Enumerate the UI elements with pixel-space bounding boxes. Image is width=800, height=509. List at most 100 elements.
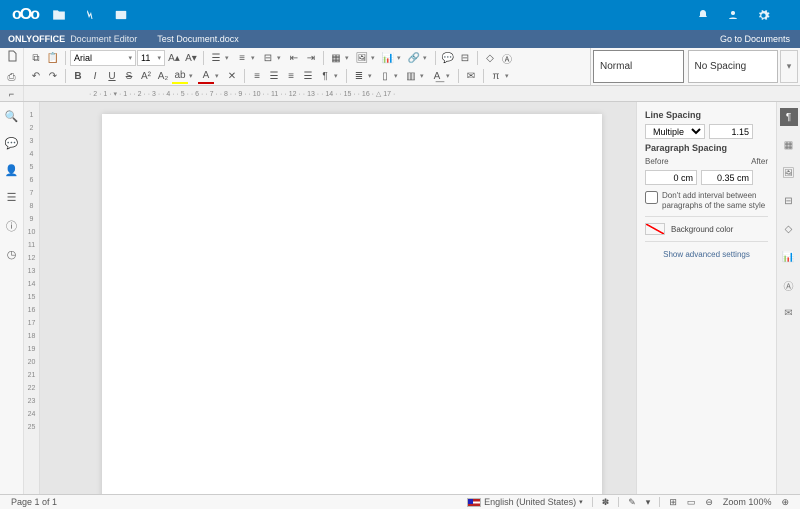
left-sidebar: 🔍 💬 👤 ☰ ⓘ ◷ (0, 102, 24, 494)
dropcap-icon[interactable]: A͟ (429, 68, 445, 84)
image-tab-icon[interactable]: 🖼 (780, 164, 798, 182)
navigation-icon[interactable]: ☰ (7, 191, 17, 204)
insert-chart-icon[interactable]: 📊 (380, 50, 396, 66)
increase-font-icon[interactable]: A▴ (166, 50, 182, 66)
increase-indent-icon[interactable]: ⇥ (303, 50, 319, 66)
underline-button[interactable]: U (104, 68, 120, 84)
spellcheck-icon[interactable]: ✽ (602, 497, 610, 508)
numbered-list-icon[interactable]: ≡ (234, 50, 250, 66)
redo-icon[interactable]: ↷ (45, 68, 61, 84)
style-expand-icon[interactable]: ▾ (780, 50, 798, 83)
notifications-icon[interactable] (697, 9, 709, 21)
advanced-settings-link[interactable]: Show advanced settings (645, 250, 768, 259)
files-icon[interactable] (52, 8, 66, 22)
align-justify-icon[interactable]: ☰ (300, 68, 316, 84)
paste-icon[interactable]: 📋 (45, 50, 61, 66)
language-selector[interactable]: English (United States)▾ (467, 497, 583, 507)
insert-image-icon[interactable]: 🖼 (354, 50, 370, 66)
style-normal[interactable]: Normal (593, 50, 684, 83)
editor-titlebar: ONLYOFFICE Document Editor Test Document… (0, 30, 800, 48)
zoom-in-icon[interactable]: ⊕ (781, 497, 789, 508)
align-right-icon[interactable]: ≡ (283, 68, 299, 84)
chart-tab-icon[interactable]: 📊 (780, 248, 798, 266)
contacts-icon[interactable] (727, 9, 739, 21)
about-icon[interactable]: ◷ (7, 248, 17, 261)
status-bar: Page 1 of 1 English (United States)▾ ✽ ✎… (0, 494, 800, 509)
line-spacing-value-input[interactable] (709, 124, 753, 139)
document-page[interactable] (102, 114, 602, 494)
chat-icon[interactable]: 👤 (5, 164, 19, 177)
fit-page-icon[interactable]: ⊞ (669, 497, 677, 508)
search-icon[interactable]: 🔍 (5, 110, 19, 123)
font-family-select[interactable]: Arial▾ (70, 50, 136, 66)
settings-icon[interactable] (757, 9, 770, 22)
line-spacing-label: Line Spacing (645, 110, 768, 120)
ruler-scale[interactable]: · 2 · 1 · ▾ · 1 · · 2 · · 3 · · 4 · · 5 … (24, 86, 645, 101)
spacing-before-input[interactable] (645, 170, 697, 185)
paragraph-spacing-label: Paragraph Spacing (645, 143, 768, 153)
before-label: Before (645, 157, 705, 166)
nextcloud-logo: oOo (12, 6, 38, 24)
shape-tab-icon[interactable]: ◇ (780, 220, 798, 238)
table-tab-icon[interactable]: ▦ (780, 136, 798, 154)
track-changes-dropdown-icon[interactable]: ▾ (646, 497, 651, 508)
align-center-icon[interactable]: ☰ (266, 68, 282, 84)
bullet-list-icon[interactable]: ☰ (208, 50, 224, 66)
line-spacing-icon[interactable]: ≣ (351, 68, 367, 84)
strike-button[interactable]: S (121, 68, 137, 84)
insert-table-icon[interactable]: ▦ (328, 50, 344, 66)
align-left-icon[interactable]: ≡ (249, 68, 265, 84)
tab-selector-icon[interactable]: ⌐ (0, 86, 24, 101)
nonprinting-icon[interactable]: ¶ (317, 68, 333, 84)
track-changes-icon[interactable]: ✎ (628, 497, 636, 508)
copy-icon[interactable]: ⧉ (28, 50, 44, 66)
bg-color-swatch[interactable] (645, 223, 665, 235)
textart-tab-icon[interactable]: Ⓐ (780, 276, 798, 294)
gallery-icon[interactable] (114, 8, 128, 22)
page-margins-icon[interactable]: ▯ (377, 68, 393, 84)
print-icon[interactable]: ⎙ (4, 70, 20, 86)
nextcloud-topbar: oOo (0, 0, 800, 30)
columns-icon[interactable]: ▥ (403, 68, 419, 84)
mailmerge-tab-icon[interactable]: ✉ (780, 304, 798, 322)
flag-icon (467, 498, 481, 507)
style-gallery: Normal No Spacing ▾ (590, 48, 800, 85)
comments-icon[interactable]: 💬 (5, 137, 19, 150)
feedback-icon[interactable]: ⓘ (6, 218, 17, 234)
decrease-font-icon[interactable]: A▾ (183, 50, 199, 66)
document-canvas[interactable] (40, 102, 636, 494)
page-indicator[interactable]: Page 1 of 1 (11, 497, 57, 507)
highlight-color-icon[interactable]: ab (172, 68, 188, 84)
clear-style-icon[interactable]: ✕ (224, 68, 240, 84)
line-spacing-mode-select[interactable]: Multiple (645, 124, 705, 139)
header-footer-icon[interactable]: ⊟ (457, 50, 473, 66)
fit-width-icon[interactable]: ▭ (687, 497, 696, 508)
zoom-level[interactable]: Zoom 100% (723, 497, 772, 507)
brand-label: ONLYOFFICE (8, 34, 65, 44)
spacing-after-input[interactable] (701, 170, 753, 185)
font-size-select[interactable]: 11▾ (137, 50, 165, 66)
go-to-documents-link[interactable]: Go to Documents (720, 34, 790, 44)
header-tab-icon[interactable]: ⊟ (780, 192, 798, 210)
insert-shape-icon[interactable]: ◇ (482, 50, 498, 66)
comment-icon[interactable]: 💬 (440, 50, 456, 66)
file-icon[interactable] (4, 48, 20, 64)
equation-icon[interactable]: π (488, 68, 504, 84)
decrease-indent-icon[interactable]: ⇤ (286, 50, 302, 66)
superscript-button[interactable]: A² (138, 68, 154, 84)
multilevel-list-icon[interactable]: ⊟ (260, 50, 276, 66)
horizontal-ruler: ⌐ · 2 · 1 · ▾ · 1 · · 2 · · 3 · · 4 · · … (0, 86, 800, 102)
undo-icon[interactable]: ↶ (28, 68, 44, 84)
subscript-button[interactable]: A₂ (155, 68, 171, 84)
italic-button[interactable]: I (87, 68, 103, 84)
style-no-spacing[interactable]: No Spacing (688, 50, 779, 83)
mailmerge-icon[interactable]: ✉ (463, 68, 479, 84)
paragraph-tab-icon[interactable]: ¶ (780, 108, 798, 126)
bold-button[interactable]: B (70, 68, 86, 84)
insert-textart-icon[interactable]: Ⓐ (499, 50, 515, 66)
no-interval-checkbox[interactable] (645, 191, 658, 204)
zoom-out-icon[interactable]: ⊖ (705, 497, 713, 508)
activity-icon[interactable] (84, 9, 96, 21)
font-color-icon[interactable]: A (198, 68, 214, 84)
insert-link-icon[interactable]: 🔗 (406, 50, 422, 66)
